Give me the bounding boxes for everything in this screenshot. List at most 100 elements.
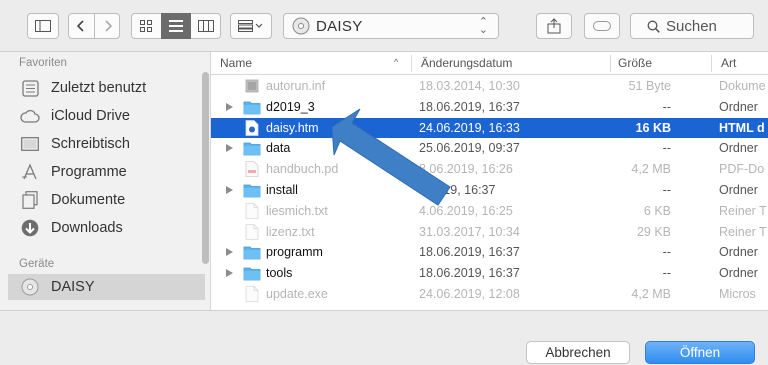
file-row-d2019-3[interactable]: d2019_3 18.06.2019, 16:37 -- Ordner — [211, 97, 768, 118]
pdf-file-icon — [243, 161, 261, 178]
file-name: install — [266, 183, 298, 197]
forward-button[interactable] — [95, 13, 120, 39]
share-button[interactable] — [536, 13, 572, 39]
file-name: programm — [266, 245, 323, 260]
file-list: Name ^ Änderungsdatum Größe Art autorun.… — [210, 52, 768, 310]
search-icon — [647, 20, 660, 33]
column-view-button[interactable] — [191, 13, 221, 39]
file-name: daisy.htm — [266, 120, 319, 135]
disc-icon — [292, 17, 310, 35]
txt-file-icon — [243, 223, 261, 240]
devices-heading: Geräte — [19, 258, 55, 270]
column-name[interactable]: Name — [220, 56, 252, 70]
file-kind: Dokume — [719, 79, 766, 93]
file-kind: Reiner T — [719, 203, 767, 218]
disclosure-triangle-icon[interactable] — [226, 144, 233, 153]
file-row-tools[interactable]: tools 18.06.2019, 16:37 -- Ordner — [211, 263, 768, 284]
folder-file-icon — [243, 265, 261, 281]
file-date: 18.03.2014, 10:30 — [419, 79, 520, 93]
file-size: 6 KB — [643, 203, 671, 218]
file-name: tools — [266, 266, 293, 281]
favorites-heading: Favoriten — [19, 57, 67, 69]
sidebar-item-label: Downloads — [51, 220, 123, 236]
tag-icon — [593, 21, 611, 31]
sidebar-item-documents[interactable]: Dokumente — [19, 187, 204, 213]
disclosure-triangle-icon[interactable] — [226, 248, 233, 257]
file-date: 8.06.2019, 16:26 — [419, 162, 513, 177]
sidebar-scrollbar[interactable] — [202, 72, 209, 264]
search-input[interactable]: Suchen — [630, 13, 754, 39]
sidebar-item-label: Zuletzt benutzt — [51, 80, 147, 96]
sidebar: Favoriten Zuletzt benutzt iCloud Drive S… — [0, 52, 210, 310]
disclosure-triangle-icon[interactable] — [226, 102, 233, 111]
cancel-button[interactable]: Abbrechen — [526, 341, 630, 364]
file-size: -- — [662, 99, 671, 114]
applications-icon — [19, 161, 41, 183]
file-date: 4.06.2019, 16:25 — [419, 203, 513, 218]
sidebar-item-downloads[interactable]: Downloads — [19, 215, 204, 241]
column-kind[interactable]: Art — [721, 56, 736, 70]
sidebar-item-label: iCloud Drive — [51, 108, 130, 124]
file-row-install[interactable]: install 6.2019, 16:37 -- Ordner — [211, 180, 768, 201]
sidebar-item-daisy[interactable]: DAISY — [8, 274, 205, 300]
file-name: liesmich.txt — [266, 203, 328, 218]
icon-view-button[interactable] — [131, 13, 161, 39]
open-button[interactable]: Öffnen — [645, 341, 755, 364]
file-size: 16 KB — [635, 120, 671, 135]
sidebar-item-recent[interactable]: Zuletzt benutzt — [19, 75, 204, 101]
file-kind: Reiner T — [719, 224, 767, 239]
html-file-icon — [243, 119, 261, 136]
folder-file-icon — [243, 182, 261, 198]
file-row-data[interactable]: data 25.06.2019, 09:37 -- Ordner — [211, 138, 768, 159]
file-row-autorun-inf[interactable]: autorun.inf 18.03.2014, 10:30 51 Byte Dokum… — [211, 76, 768, 97]
search-placeholder: Suchen — [666, 17, 717, 35]
file-name: autorun.inf — [266, 79, 326, 93]
chevron-right-icon — [104, 20, 112, 32]
file-row-programm[interactable]: programm 18.06.2019, 16:37 -- Ordner — [211, 242, 768, 263]
file-name: data — [266, 141, 291, 156]
sidebar-toggle-button[interactable] — [27, 13, 59, 39]
file-name: d2019_3 — [266, 99, 315, 114]
file-name: handbuch.pd — [266, 162, 339, 177]
file-date: 18.06.2019, 16:37 — [419, 266, 520, 281]
file-row-lizenz-txt[interactable]: lizenz.txt 31.03.2017, 10:34 29 KB Reiner T — [211, 222, 768, 243]
doc-file-icon — [243, 78, 261, 94]
file-kind: PDF-Do — [719, 162, 765, 177]
file-size: 4,2 MB — [631, 287, 671, 301]
txt-file-icon — [243, 202, 261, 219]
tag-button[interactable] — [584, 13, 620, 39]
file-name: lizenz.txt — [266, 224, 315, 239]
path-popup[interactable]: DAISY ⌃ ⌄ — [283, 13, 499, 39]
file-row-daisy-htm[interactable]: daisy.htm 24.06.2019, 16:33 16 KB HTML d — [211, 117, 768, 139]
sidebar-icon — [35, 20, 51, 32]
list-view-button[interactable] — [161, 13, 191, 39]
documents-icon — [19, 189, 41, 211]
column-header: Name ^ Änderungsdatum Größe Art — [211, 52, 768, 75]
file-date: 31.03.2017, 10:34 — [419, 224, 520, 239]
column-date[interactable]: Änderungsdatum — [421, 56, 512, 70]
sidebar-item-label: Programme — [51, 164, 127, 180]
folder-file-icon — [243, 244, 261, 260]
list-icon — [169, 20, 183, 32]
back-button[interactable] — [68, 13, 94, 39]
recent-icon — [19, 77, 41, 99]
dialog-footer: Abbrechen Öffnen — [0, 310, 768, 365]
file-kind: Ordner — [719, 99, 758, 114]
file-date: 25.06.2019, 09:37 — [419, 141, 520, 156]
file-kind: Micros — [719, 287, 756, 301]
disclosure-triangle-icon[interactable] — [226, 186, 233, 194]
path-label: DAISY — [316, 17, 363, 35]
file-kind: Ordner — [719, 183, 758, 197]
grid-icon — [140, 20, 152, 32]
file-date: 24.06.2019, 16:33 — [419, 120, 520, 135]
column-size[interactable]: Größe — [618, 56, 652, 70]
file-row-update-exe[interactable]: update.exe 24.06.2019, 12:08 4,2 MB Micros — [211, 284, 768, 305]
file-row-liesmich-txt[interactable]: liesmich.txt 4.06.2019, 16:25 6 KB Reiner T — [211, 201, 768, 222]
group-by-button[interactable] — [230, 13, 272, 39]
file-row-handbuch-pd[interactable]: handbuch.pd 8.06.2019, 16:26 4,2 MB PDF-Do — [211, 159, 768, 180]
folder-file-icon — [243, 99, 261, 115]
sidebar-item-applications[interactable]: Programme — [19, 159, 204, 185]
sidebar-item-desktop[interactable]: Schreibtisch — [19, 131, 204, 157]
disclosure-triangle-icon[interactable] — [226, 269, 233, 278]
sidebar-item-icloud[interactable]: iCloud Drive — [19, 103, 204, 129]
